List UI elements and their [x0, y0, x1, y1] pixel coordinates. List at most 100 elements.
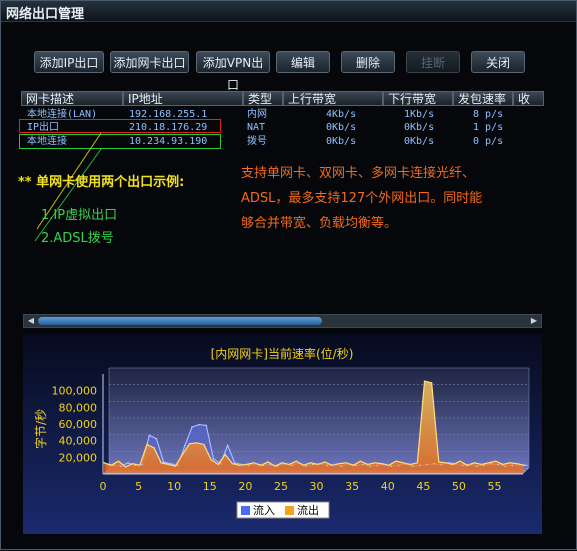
inflow-point [155, 437, 158, 440]
scroll-left-icon[interactable]: ◀ [26, 315, 36, 327]
legend-outflow-swatch [285, 506, 294, 515]
outflow-point [352, 464, 355, 467]
y-tick-label: 40,000 [59, 435, 98, 448]
outflow-point [267, 461, 269, 463]
x-tick-label: 30 [310, 480, 324, 493]
horizontal-scrollbar[interactable]: ◀ ▶ [23, 314, 542, 328]
inflow-point [511, 464, 514, 467]
inflow-point [340, 465, 343, 468]
outflow-point [316, 463, 319, 466]
outflow-point [210, 458, 212, 461]
outflow-point [445, 462, 447, 464]
inflow-point [112, 464, 115, 467]
inflow-point [461, 464, 464, 467]
inflow-point [226, 444, 229, 447]
inflow-point [440, 463, 442, 466]
description-line: ADSL，最多支持127个外网出口。同时能 [241, 191, 483, 206]
outflow-point [395, 460, 397, 462]
description-line: 支持单网卡、双网卡、多网卡连接光纤、 [241, 166, 476, 181]
x-tick-label: 25 [274, 480, 288, 493]
inflow-point [490, 462, 492, 465]
inflow-point [290, 464, 293, 467]
outflow-point [295, 460, 298, 462]
inflow-point [433, 462, 435, 465]
inflow-point [369, 465, 371, 468]
inflow-point [198, 423, 200, 426]
outflow-point [452, 463, 454, 466]
inflow-point [518, 463, 521, 466]
outflow-point [509, 462, 511, 464]
x-tick-label: 40 [381, 480, 395, 493]
inflow-point [305, 465, 307, 468]
outflow-point [338, 462, 340, 465]
x-tick-label: 50 [452, 480, 466, 493]
y-tick-label: 80,000 [59, 401, 98, 414]
outflow-point [402, 462, 404, 464]
inflow-point [191, 426, 193, 428]
inflow-point [276, 465, 279, 468]
outflow-point [437, 461, 440, 463]
outflow-point [359, 460, 362, 462]
outflow-point [117, 460, 120, 462]
chart-title: [内网网卡]当前速率(位/秒) [211, 346, 354, 361]
outflow-point [331, 464, 333, 467]
feature-description: 支持单网卡、双网卡、多网卡连接光纤、 ADSL，最多支持127个外网出口。同时能… [241, 161, 541, 236]
inflow-point [269, 463, 272, 466]
inflow-point [262, 464, 265, 467]
outflow-point [459, 460, 461, 462]
outflow-point [324, 461, 326, 463]
outflow-point [188, 442, 191, 445]
inflow-point [411, 465, 414, 468]
scrollbar-thumb[interactable] [38, 317, 322, 325]
inflow-point [184, 444, 186, 447]
example-item-ip: 1.IP虚拟出口 [41, 208, 118, 223]
outflow-point [409, 463, 412, 466]
outflow-point [309, 462, 312, 464]
outflow-point [231, 462, 234, 465]
x-tick-label: 0 [100, 480, 107, 493]
outflow-point [110, 464, 113, 467]
outflow-point [167, 463, 170, 466]
inflow-point [497, 463, 499, 466]
x-tick-label: 35 [345, 480, 359, 493]
outflow-point [381, 462, 383, 465]
x-tick-label: 15 [203, 480, 217, 493]
x-tick-label: 45 [416, 480, 430, 493]
inflow-point [312, 463, 314, 466]
inflow-point [390, 465, 393, 468]
x-tick-label: 20 [238, 480, 252, 493]
inflow-point [241, 463, 243, 466]
outflow-point [423, 380, 426, 382]
inflow-point [162, 461, 165, 463]
outflow-point [274, 465, 276, 467]
window: 网络出口管理 添加IP出口 添加网卡出口 添加VPN出口 编辑 删除 挂断 关闭… [0, 0, 577, 550]
outflow-point [146, 443, 148, 446]
inflow-point [255, 462, 257, 465]
outflow-point [131, 462, 134, 465]
inflow-point [354, 464, 357, 467]
outflow-point [473, 462, 476, 464]
y-tick-label: 60,000 [59, 418, 98, 431]
description-line: 够合并带宽、负载均衡等。 [241, 216, 398, 231]
outflow-point [281, 462, 283, 464]
inflow-point [120, 465, 122, 468]
outflow-point [245, 463, 248, 466]
scroll-right-icon[interactable]: ▶ [529, 315, 539, 327]
example-item-adsl: 2.ADSL拨号 [41, 231, 114, 246]
inflow-point [504, 465, 507, 468]
inflow-point [419, 464, 421, 467]
outflow-point [181, 453, 184, 456]
y-tick-label: 100,000 [52, 385, 98, 398]
outflow-point [480, 463, 483, 466]
inflow-point [404, 462, 407, 465]
outflow-point [416, 462, 419, 464]
outflow-point [153, 447, 155, 449]
y-axis-label: 字节/秒 [33, 409, 48, 449]
inflow-point [298, 462, 300, 464]
inflow-point [319, 462, 321, 465]
inflow-point [283, 462, 286, 465]
outflow-point [487, 462, 490, 464]
x-tick-label: 10 [167, 480, 181, 493]
inflow-point [347, 462, 350, 465]
outflow-point [366, 463, 369, 466]
